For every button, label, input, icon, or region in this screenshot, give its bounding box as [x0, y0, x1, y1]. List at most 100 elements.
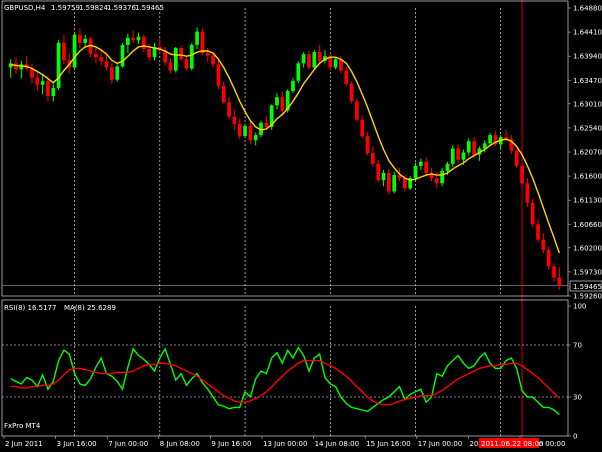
candle-body	[216, 64, 221, 86]
candle-body	[14, 63, 18, 70]
trading-chart: 1.64880 1.64410 1.63940 1.63470 1.63010 1.625…	[0, 0, 602, 452]
rsi-tick-label: 70	[573, 342, 582, 350]
header-open: 1.59759	[51, 4, 80, 12]
candle-body	[147, 48, 152, 58]
candle-body	[536, 224, 540, 240]
candle-body	[301, 54, 306, 64]
candle-body	[227, 102, 231, 117]
candle-body	[461, 152, 466, 160]
candle-body	[131, 37, 136, 41]
time-tick-label: 13 Jun 00:00	[263, 440, 307, 448]
candle-body	[525, 183, 530, 203]
price-tick-label: 1.61130	[573, 197, 602, 205]
candle-body	[557, 277, 562, 286]
candle-body	[387, 173, 391, 192]
candle-body	[376, 163, 381, 181]
candle-body	[125, 37, 130, 45]
candle-body	[291, 80, 295, 92]
price-tick-label: 1.59730	[573, 268, 602, 276]
current-price-label: 1.59465	[573, 283, 602, 291]
candle-body	[317, 52, 322, 61]
price-tick-label: 1.63010	[573, 100, 602, 108]
candle-body	[413, 165, 418, 179]
candle-body	[83, 38, 88, 43]
candle-body	[168, 62, 173, 71]
candle-body	[115, 66, 120, 80]
cursor-time-label: 2011.06.22 08:00	[481, 440, 543, 448]
candle-body	[221, 85, 226, 103]
header-high: 1.59824	[79, 4, 108, 12]
candle-body	[296, 63, 301, 81]
candle-body	[35, 77, 40, 85]
candle-body	[434, 178, 439, 184]
candle-body	[275, 97, 279, 106]
candle-body	[541, 239, 546, 250]
price-tick-label: 1.64410	[573, 29, 602, 37]
time-tick-label: 14 Jun 08:00	[315, 440, 359, 448]
candle-body	[552, 266, 556, 278]
candle-body	[51, 87, 56, 97]
candle-body	[184, 59, 189, 69]
candle-body	[253, 135, 258, 141]
candle-body	[78, 34, 82, 43]
candle-body	[99, 57, 104, 62]
candle-body	[120, 44, 125, 67]
candle-body	[333, 59, 338, 68]
candle-body	[360, 119, 365, 137]
candle-body	[243, 125, 247, 137]
time-tick-label: 3 Jun 16:00	[57, 440, 97, 448]
footer-brand: FxPro MT4	[4, 422, 41, 430]
price-tick-label: 1.62540	[573, 124, 602, 132]
time-tick-label: 15 Jun 16:00	[366, 440, 410, 448]
candle-body	[211, 55, 215, 65]
price-tick-label: 1.60200	[573, 244, 602, 252]
candle-body	[141, 36, 146, 49]
time-tick-label: 9 Jun 16:00	[211, 440, 251, 448]
candle-body	[248, 125, 253, 141]
candle-body	[546, 249, 551, 267]
candle-body	[424, 161, 429, 174]
candle-body	[312, 52, 317, 68]
candle-body	[104, 61, 109, 68]
price-tick-label: 1.59260	[573, 293, 602, 301]
candle-body	[179, 47, 183, 60]
candle-body	[381, 173, 386, 181]
price-tick-label: 1.64880	[573, 5, 602, 13]
candle-body	[349, 83, 354, 102]
candle-body	[136, 36, 141, 41]
price-tick-label: 1.62070	[573, 149, 602, 157]
candle-body	[72, 34, 77, 68]
candle-body	[418, 161, 423, 166]
candle-body	[110, 67, 114, 80]
header-low: 1.59376	[107, 4, 136, 12]
candle-body	[62, 42, 66, 61]
header-symbol: GBPUSD,H4	[4, 4, 46, 12]
rsi-label: RSI(8) 16.5177	[4, 304, 56, 312]
price-tick-label: 1.60660	[573, 221, 602, 229]
candle-body	[46, 81, 50, 97]
time-tick-label: 2 Jun 2011	[5, 440, 43, 448]
candle-body	[237, 123, 242, 137]
candle-body	[472, 141, 476, 155]
candle-body	[445, 163, 450, 171]
candle-body	[514, 150, 519, 166]
price-tick-label: 1.63940	[573, 53, 602, 61]
candle-body	[488, 135, 492, 144]
candle-body	[355, 101, 359, 120]
candle-body	[520, 165, 524, 184]
candle-body	[307, 54, 311, 68]
candle-body	[392, 175, 397, 192]
candle-body	[40, 81, 45, 85]
candle-body	[365, 136, 370, 154]
candle-body	[402, 178, 407, 189]
chart-background	[0, 0, 602, 452]
candle-body	[440, 170, 445, 184]
candle-body	[456, 148, 460, 160]
candle-body	[264, 122, 269, 127]
rsi-tick-label: 30	[573, 394, 582, 402]
rsi-tick-label: 100	[573, 303, 586, 311]
candle-body	[173, 47, 178, 71]
candle-body	[450, 148, 455, 164]
candle-body	[56, 42, 61, 88]
candle-body	[94, 54, 98, 58]
